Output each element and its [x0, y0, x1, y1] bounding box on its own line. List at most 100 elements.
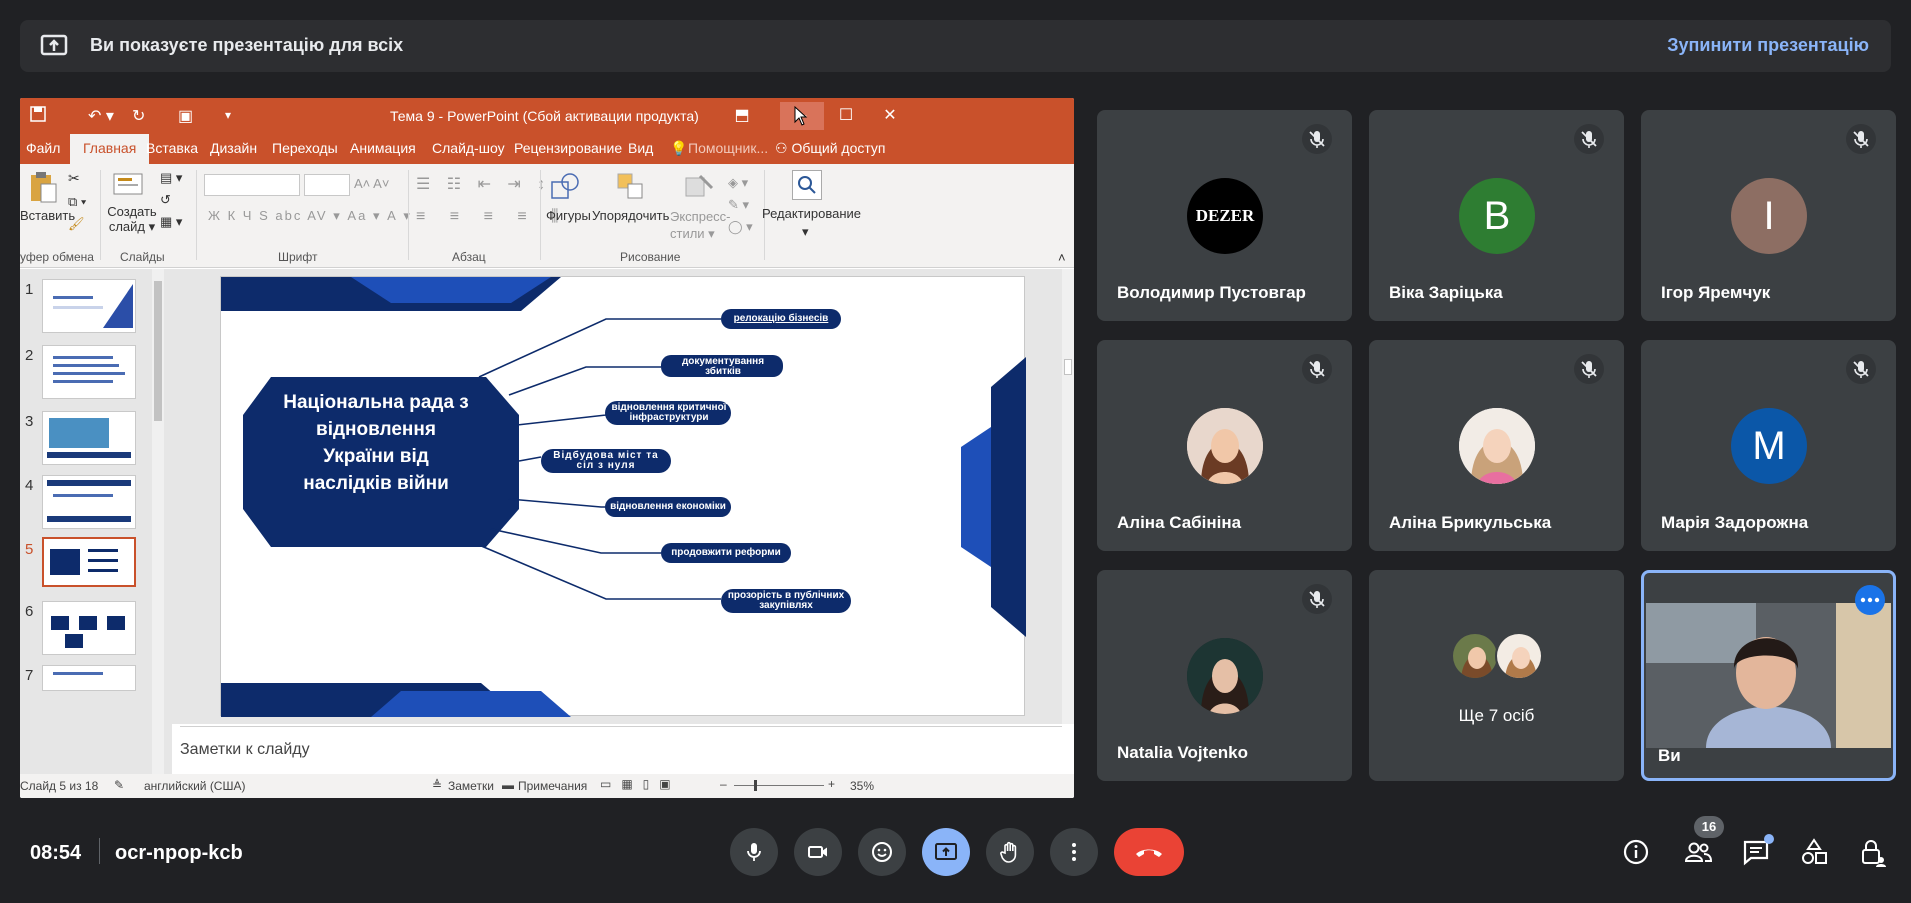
new-slide-button[interactable]: Создать слайд ▾: [104, 204, 160, 235]
editor-scrollbar[interactable]: [1062, 269, 1074, 724]
editing-button[interactable]: Редактирование: [762, 206, 861, 221]
meeting-details-button[interactable]: [1620, 836, 1652, 868]
tab-design[interactable]: Дизайн: [210, 140, 257, 156]
tab-home[interactable]: Главная: [70, 134, 150, 164]
customize-qa-icon[interactable]: ▾: [225, 108, 231, 122]
maximize-icon[interactable]: ☐: [824, 102, 868, 130]
tab-slideshow[interactable]: Слайд-шоу: [432, 140, 505, 156]
tab-view[interactable]: Вид: [628, 140, 653, 156]
avatar-photo: [1187, 638, 1263, 714]
copy-icon[interactable]: ⧉ ▾: [68, 194, 86, 210]
tab-review[interactable]: Рецензирование: [514, 140, 622, 156]
editing-dropdown-icon[interactable]: ▾: [802, 224, 809, 240]
stop-presenting-button[interactable]: Зупинити презентацію: [1667, 35, 1869, 56]
close-icon[interactable]: ✕: [868, 102, 912, 130]
notes-icon[interactable]: ≜: [432, 778, 442, 792]
participant-name: Natalia Vojtenko: [1117, 743, 1248, 762]
ribbon-options-icon[interactable]: ⬒: [720, 102, 764, 130]
quick-styles-button[interactable]: Экспресс-стили ▾: [670, 208, 734, 242]
tab-transitions[interactable]: Переходы: [272, 140, 338, 156]
tell-me-search[interactable]: Помощник...: [688, 140, 768, 156]
new-slide-icon[interactable]: [112, 170, 144, 198]
participant-tile[interactable]: Аліна Брикульська: [1369, 340, 1624, 551]
slide-thumbnail-6[interactable]: [42, 601, 136, 655]
raise-hand-button[interactable]: [986, 828, 1034, 876]
editing-search-icon[interactable]: [792, 170, 822, 200]
host-controls-button[interactable]: [1856, 836, 1888, 868]
grow-font-icon[interactable]: A˄ A˅: [354, 176, 389, 191]
shapes-button[interactable]: Фигуры: [546, 208, 591, 223]
language-status[interactable]: английский (США): [144, 779, 245, 793]
section-icon[interactable]: ▦ ▾: [160, 214, 182, 230]
activities-button[interactable]: [1798, 836, 1830, 868]
comments-toggle[interactable]: Примечания: [518, 779, 587, 793]
paste-button[interactable]: Вставить: [20, 208, 75, 223]
slide-thumbnails-pane: 1 2 3 4 5 6 7: [20, 269, 172, 774]
font-size-box[interactable]: [304, 174, 350, 196]
scrollbar-thumb[interactable]: [1064, 359, 1072, 375]
scrollbar-thumb[interactable]: [154, 281, 162, 421]
reactions-button[interactable]: [858, 828, 906, 876]
redo-icon[interactable]: ↻: [132, 106, 145, 126]
tab-insert[interactable]: Вставка: [146, 140, 198, 156]
more-participants-tile[interactable]: Ще 7 осіб: [1369, 570, 1624, 781]
list-buttons-icon[interactable]: ☰ ☷ ⇤ ⇥ ↕: [416, 174, 551, 194]
cut-icon[interactable]: ✂: [68, 170, 80, 187]
reset-icon[interactable]: ↺: [160, 192, 171, 208]
slide-thumbnail-1[interactable]: [42, 279, 136, 333]
thumbnails-scrollbar[interactable]: [152, 269, 164, 774]
zoom-in-icon[interactable]: +: [828, 777, 835, 791]
present-screen-button[interactable]: [922, 828, 970, 876]
tab-file[interactable]: Файл: [26, 140, 60, 156]
participant-tile[interactable]: Аліна Сабініна: [1097, 340, 1352, 551]
comments-icon[interactable]: ▬: [502, 778, 514, 792]
font-name-box[interactable]: [204, 174, 300, 196]
layout-icon[interactable]: ▤ ▾: [160, 170, 182, 186]
slide-thumbnail-4[interactable]: [42, 475, 136, 529]
undo-icon[interactable]: ↶ ▾: [88, 106, 114, 126]
font-format-buttons[interactable]: Ж К Ч S abc AV ▾ Аа ▾ А ▾: [208, 208, 412, 224]
participant-tile[interactable]: М Марія Задорожна: [1641, 340, 1896, 551]
more-options-icon[interactable]: [1855, 585, 1885, 615]
camera-button[interactable]: [794, 828, 842, 876]
quick-styles-icon[interactable]: [684, 172, 714, 202]
participant-tile[interactable]: В Віка Заріцька: [1369, 110, 1624, 321]
view-buttons-icon[interactable]: ▭▦▯▣: [600, 777, 681, 791]
slide-thumbnail-5[interactable]: [42, 537, 136, 587]
fill-outline-effects-icons[interactable]: ◈ ▾ ✎ ▾ ◯ ▾: [728, 172, 753, 238]
ribbon-separator: [408, 170, 409, 260]
slide-thumbnail-7[interactable]: [42, 665, 136, 691]
notes-toggle[interactable]: Заметки: [448, 779, 494, 793]
zoom-level[interactable]: 35%: [850, 779, 874, 793]
shapes-icon[interactable]: [550, 172, 582, 202]
more-options-button[interactable]: [1050, 828, 1098, 876]
self-video-tile[interactable]: Ви: [1641, 570, 1896, 781]
save-icon[interactable]: [30, 106, 46, 127]
participant-tile[interactable]: Natalia Vojtenko: [1097, 570, 1352, 781]
arrange-icon[interactable]: [616, 172, 646, 202]
notes-pane[interactable]: Заметки к слайду: [180, 726, 1062, 774]
format-painter-icon[interactable]: 🖌: [68, 216, 85, 232]
helper-lightbulb-icon[interactable]: 💡: [670, 140, 687, 157]
microphone-button[interactable]: [730, 828, 778, 876]
slide-thumbnail-2[interactable]: [42, 345, 136, 399]
spellcheck-icon[interactable]: ✎: [114, 778, 124, 792]
chat-button[interactable]: [1740, 834, 1774, 868]
paste-clipboard-icon[interactable]: [28, 170, 58, 204]
tab-animations[interactable]: Анимация: [350, 140, 416, 156]
arrange-button[interactable]: Упорядочить: [592, 208, 669, 223]
zoom-out-icon[interactable]: –: [720, 777, 727, 791]
slideshow-start-icon[interactable]: ▣: [178, 106, 193, 126]
info-icon: [1623, 839, 1649, 865]
current-slide[interactable]: Національна рада з відновлення України в…: [220, 276, 1026, 717]
zoom-slider[interactable]: [734, 780, 824, 791]
slide-thumbnail-3[interactable]: [42, 411, 136, 465]
share-button[interactable]: ⚇ Общий доступ: [775, 140, 886, 157]
zoom-slider-handle[interactable]: [754, 780, 757, 791]
leave-call-button[interactable]: [1114, 828, 1184, 876]
participant-tile[interactable]: DEZER Володимир Пустовгар: [1097, 110, 1352, 321]
thumb-block: [107, 616, 125, 630]
collapse-ribbon-icon[interactable]: ˄: [1058, 250, 1066, 265]
participant-tile[interactable]: І Ігор Яремчук: [1641, 110, 1896, 321]
people-button[interactable]: 16: [1682, 816, 1724, 868]
